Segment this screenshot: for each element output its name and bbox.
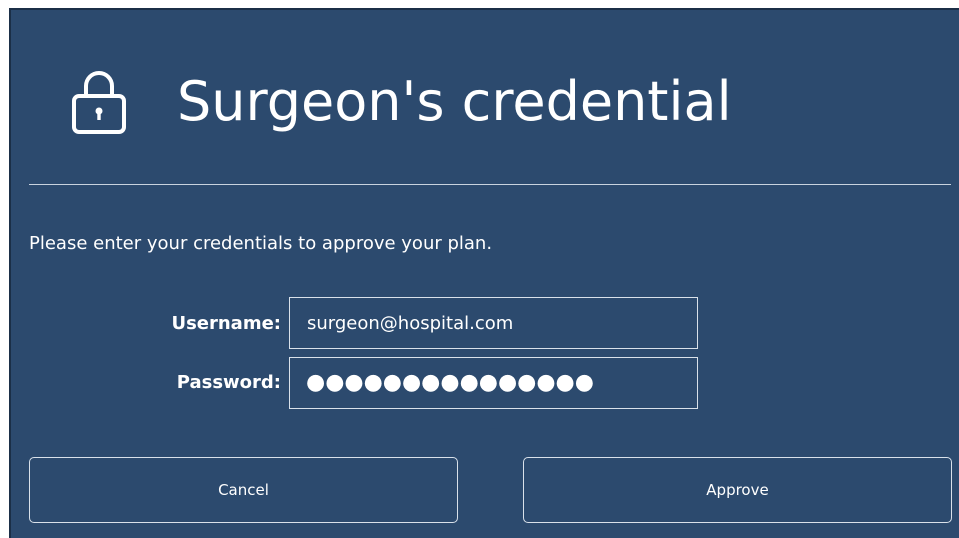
credential-dialog: Surgeon's credential Please enter your c… [9, 8, 959, 538]
username-label: Username: [171, 313, 281, 334]
approve-button[interactable]: Approve [523, 457, 952, 523]
username-field[interactable] [289, 297, 698, 349]
dialog-title: Surgeon's credential [177, 70, 732, 133]
cancel-button[interactable]: Cancel [29, 457, 458, 523]
instructions-text: Please enter your credentials to approve… [29, 233, 493, 254]
lock-icon [72, 71, 126, 134]
password-label: Password: [176, 372, 281, 393]
password-field[interactable] [289, 357, 698, 409]
header-divider [29, 184, 951, 185]
dialog-header: Surgeon's credential [11, 10, 959, 186]
